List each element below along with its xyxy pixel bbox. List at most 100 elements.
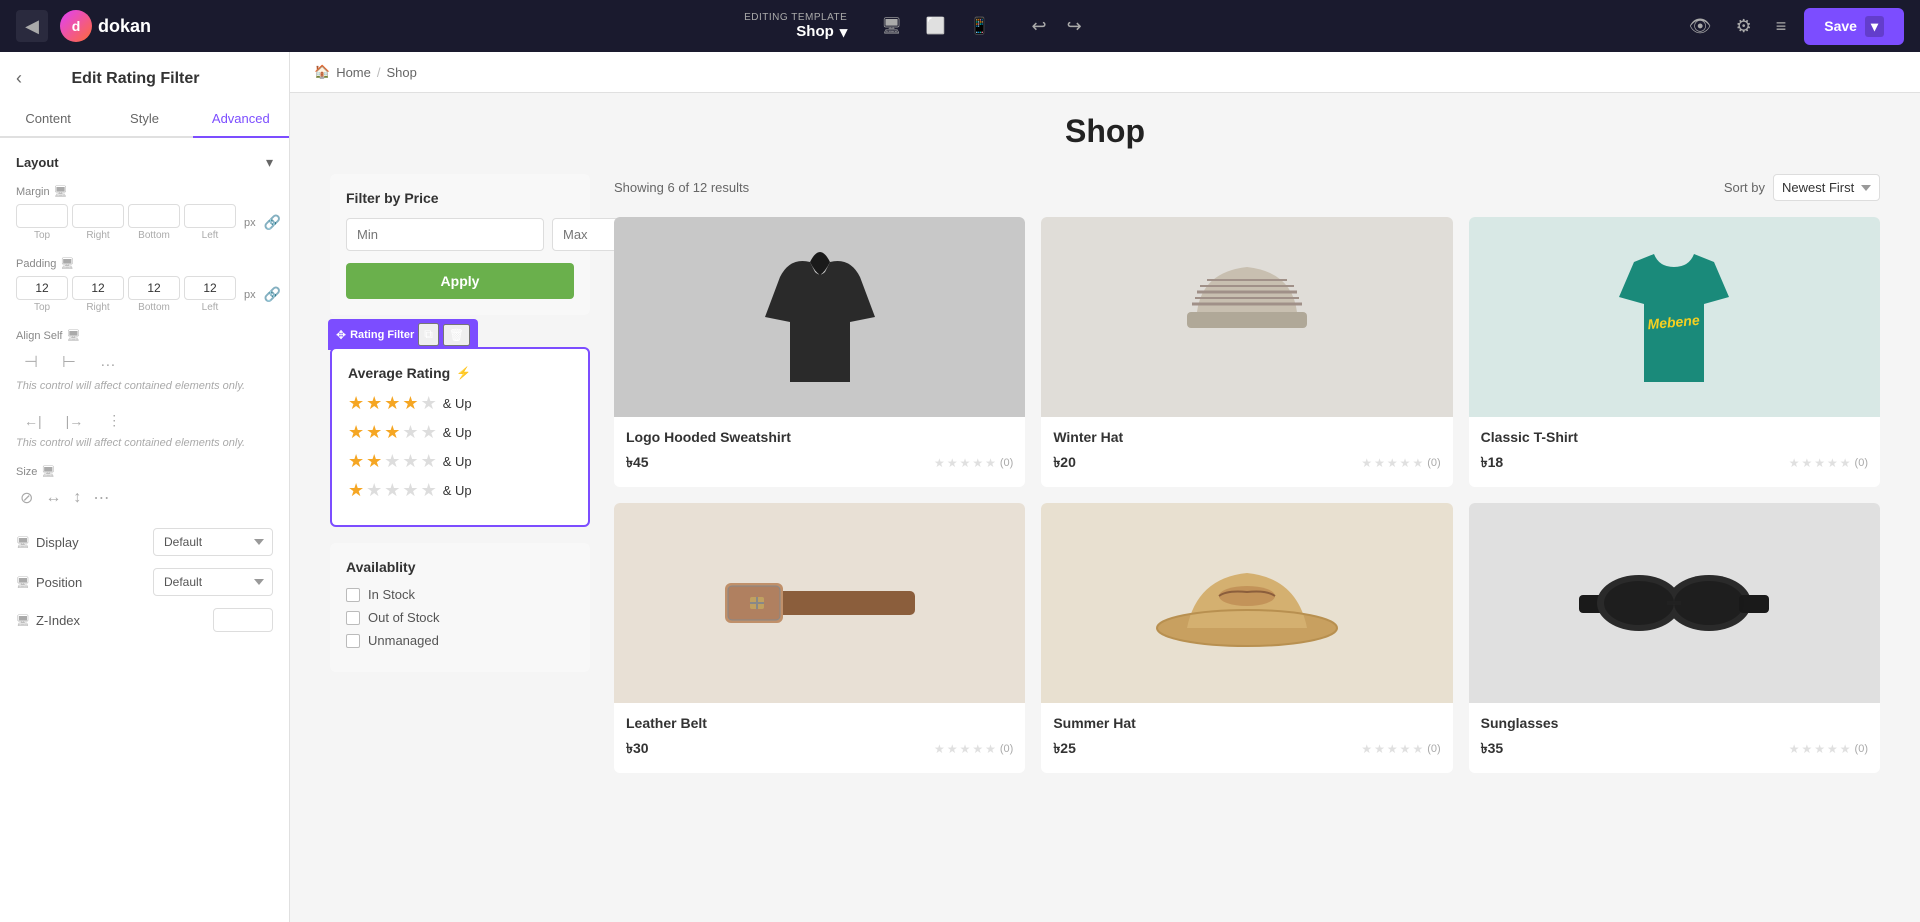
apply-button[interactable]: Apply (346, 263, 574, 299)
avail-item-unmanaged: Unmanaged (346, 633, 574, 648)
logo-icon: d (60, 10, 92, 42)
rating-filter-copy-button[interactable]: ⧉ (418, 323, 439, 346)
star-1: ★ (348, 480, 364, 501)
star-3: ★ (384, 422, 400, 443)
sort-select[interactable]: Newest First (1773, 174, 1880, 201)
padding-inputs-row: Top Right Bottom Left (16, 276, 273, 313)
star-row-2[interactable]: ★ ★ ★ ★ ★ & Up (348, 451, 572, 472)
product-image-tshirt: Mebene (1469, 217, 1880, 417)
sidebar-back-button[interactable]: ‹ (16, 68, 22, 89)
redo-button[interactable]: ↪ (1059, 12, 1090, 41)
align-start-button[interactable]: ⊣ (16, 348, 46, 376)
padding-left-box: Left (184, 276, 236, 313)
rating-count: (0) (1427, 743, 1440, 755)
undo-button[interactable]: ↩ (1023, 12, 1054, 41)
product-bottom: ৳35 ★ ★ ★ ★ ★ (0) (1481, 737, 1868, 761)
zindex-icon: 🖥 (16, 614, 30, 627)
availability-box: Availablity In Stock Out of Stock Unmana… (330, 543, 590, 672)
padding-bottom-input[interactable] (128, 276, 180, 300)
grid-header: Showing 6 of 12 results Sort by Newest F… (614, 174, 1880, 201)
zindex-input[interactable] (213, 608, 273, 632)
margin-right-input[interactable] (72, 204, 124, 228)
product-name: Leather Belt (626, 715, 1013, 731)
display-select[interactable]: Default (153, 528, 273, 556)
rating-count: (0) (1855, 743, 1868, 755)
align-self-field-group: Align Self 🖥 ⊣ ⊢ … This control will aff… (16, 329, 273, 392)
size-none-button[interactable]: ⊘ (16, 484, 37, 512)
size-width-button[interactable]: ↔ (41, 484, 65, 512)
padding-right-input[interactable] (72, 276, 124, 300)
align-buttons-row: ⊣ ⊢ … (16, 348, 273, 376)
product-name: Logo Hooded Sweatshirt (626, 429, 1013, 445)
flex-more-button[interactable]: ⋮ (99, 408, 129, 433)
layout-section-title: Layout (16, 155, 59, 170)
save-button[interactable]: Save ▾ (1804, 8, 1904, 45)
zindex-row: 🖥 Z-Index (16, 608, 273, 632)
rating-filter-toolbar: ✥ Rating Filter ⧉ 🗑 (328, 319, 478, 350)
star-1: ★ (348, 393, 364, 414)
margin-top-input[interactable] (16, 204, 68, 228)
tablet-device-button[interactable]: ⬜ (916, 10, 956, 42)
rating-filter-delete-button[interactable]: 🗑 (443, 324, 470, 346)
star-row-3[interactable]: ★ ★ ★ ★ ★ & Up (348, 422, 572, 443)
mobile-device-button[interactable]: 📱 (960, 10, 1000, 42)
layout-toggle-button[interactable]: ▾ (266, 154, 273, 171)
size-height-button[interactable]: ↕ (69, 484, 85, 512)
rating-count: (0) (1427, 457, 1440, 469)
flex-end-button[interactable]: |→ (58, 408, 92, 433)
topbar-center: EDITING TEMPLATE Shop ▾ 🖥 ⬜ 📱 ↩ ↪ (744, 10, 1090, 42)
star-row-4[interactable]: ★ ★ ★ ★ ★ & Up (348, 393, 572, 414)
product-image-hat (1041, 217, 1452, 417)
size-label: Size 🖥 (16, 465, 273, 478)
size-responsive-icon: 🖥 (41, 465, 55, 478)
back-button[interactable]: ◀ (16, 10, 48, 42)
product-card: Leather Belt ৳30 ★ ★ ★ ★ ★ (614, 503, 1025, 773)
position-select[interactable]: Default (153, 568, 273, 596)
product-bottom: ৳20 ★ ★ ★ ★ ★ (0) (1053, 451, 1440, 475)
product-rating: ★ ★ ★ ★ ★ (0) (1789, 456, 1868, 470)
desktop-device-button[interactable]: 🖥 (871, 10, 911, 42)
flex-start-button[interactable]: ←| (16, 408, 50, 433)
unmanaged-checkbox[interactable] (346, 634, 360, 648)
padding-top-input[interactable] (16, 276, 68, 300)
instock-label: In Stock (368, 587, 415, 602)
content-area: 🏠 Home / Shop Shop Filter by Price A (290, 52, 1920, 922)
product-info: Summer Hat ৳25 ★ ★ ★ ★ ★ ( (1041, 703, 1452, 773)
editing-template-area: EDITING TEMPLATE Shop ▾ (744, 12, 847, 41)
align-end-button[interactable]: … (92, 348, 124, 376)
product-bottom: ৳30 ★ ★ ★ ★ ★ (0) (626, 737, 1013, 761)
star-row-1[interactable]: ★ ★ ★ ★ ★ & Up (348, 480, 572, 501)
sort-row: Sort by Newest First (1724, 174, 1880, 201)
settings-button[interactable]: ⚙ (1730, 10, 1758, 43)
outofstock-checkbox[interactable] (346, 611, 360, 625)
padding-bottom-label: Bottom (138, 302, 170, 313)
padding-left-input[interactable] (184, 276, 236, 300)
size-icons-row: ⊘ ↔ ↕ ⋯ (16, 484, 273, 512)
star-5: ★ (421, 480, 437, 501)
price-min-input[interactable] (346, 218, 544, 251)
product-info: Sunglasses ৳35 ★ ★ ★ ★ ★ ( (1469, 703, 1880, 773)
margin-inputs-row: Top Right Bottom Left (16, 204, 273, 241)
align-self-label: Align Self 🖥 (16, 329, 273, 342)
margin-bottom-input[interactable] (128, 204, 180, 228)
margin-left-input[interactable] (184, 204, 236, 228)
instock-checkbox[interactable] (346, 588, 360, 602)
margin-field-group: Margin 🖥 Top Right (16, 185, 273, 241)
size-more-button[interactable]: ⋯ (89, 484, 113, 512)
tab-style[interactable]: Style (96, 101, 192, 138)
tab-content[interactable]: Content (0, 101, 96, 138)
shop-layout: Filter by Price Apply ✥ Rating Filter ⧉ (330, 174, 1880, 773)
padding-top-box: Top (16, 276, 68, 313)
preview-button[interactable]: 👁 (1683, 10, 1718, 43)
align-center-button[interactable]: ⊢ (54, 348, 84, 376)
product-price: ৳35 (1481, 737, 1504, 761)
layers-button[interactable]: ≡ (1770, 10, 1793, 43)
tab-advanced[interactable]: Advanced (193, 101, 289, 138)
star-5: ★ (421, 393, 437, 414)
padding-right-box: Right (72, 276, 124, 313)
margin-link-button[interactable]: 🔗 (260, 210, 285, 235)
padding-link-button[interactable]: 🔗 (260, 282, 285, 307)
template-name-button[interactable]: Shop ▾ (796, 23, 847, 41)
breadcrumb-home-icon: 🏠 (314, 64, 330, 80)
breadcrumb-home-link[interactable]: Home (336, 65, 371, 80)
